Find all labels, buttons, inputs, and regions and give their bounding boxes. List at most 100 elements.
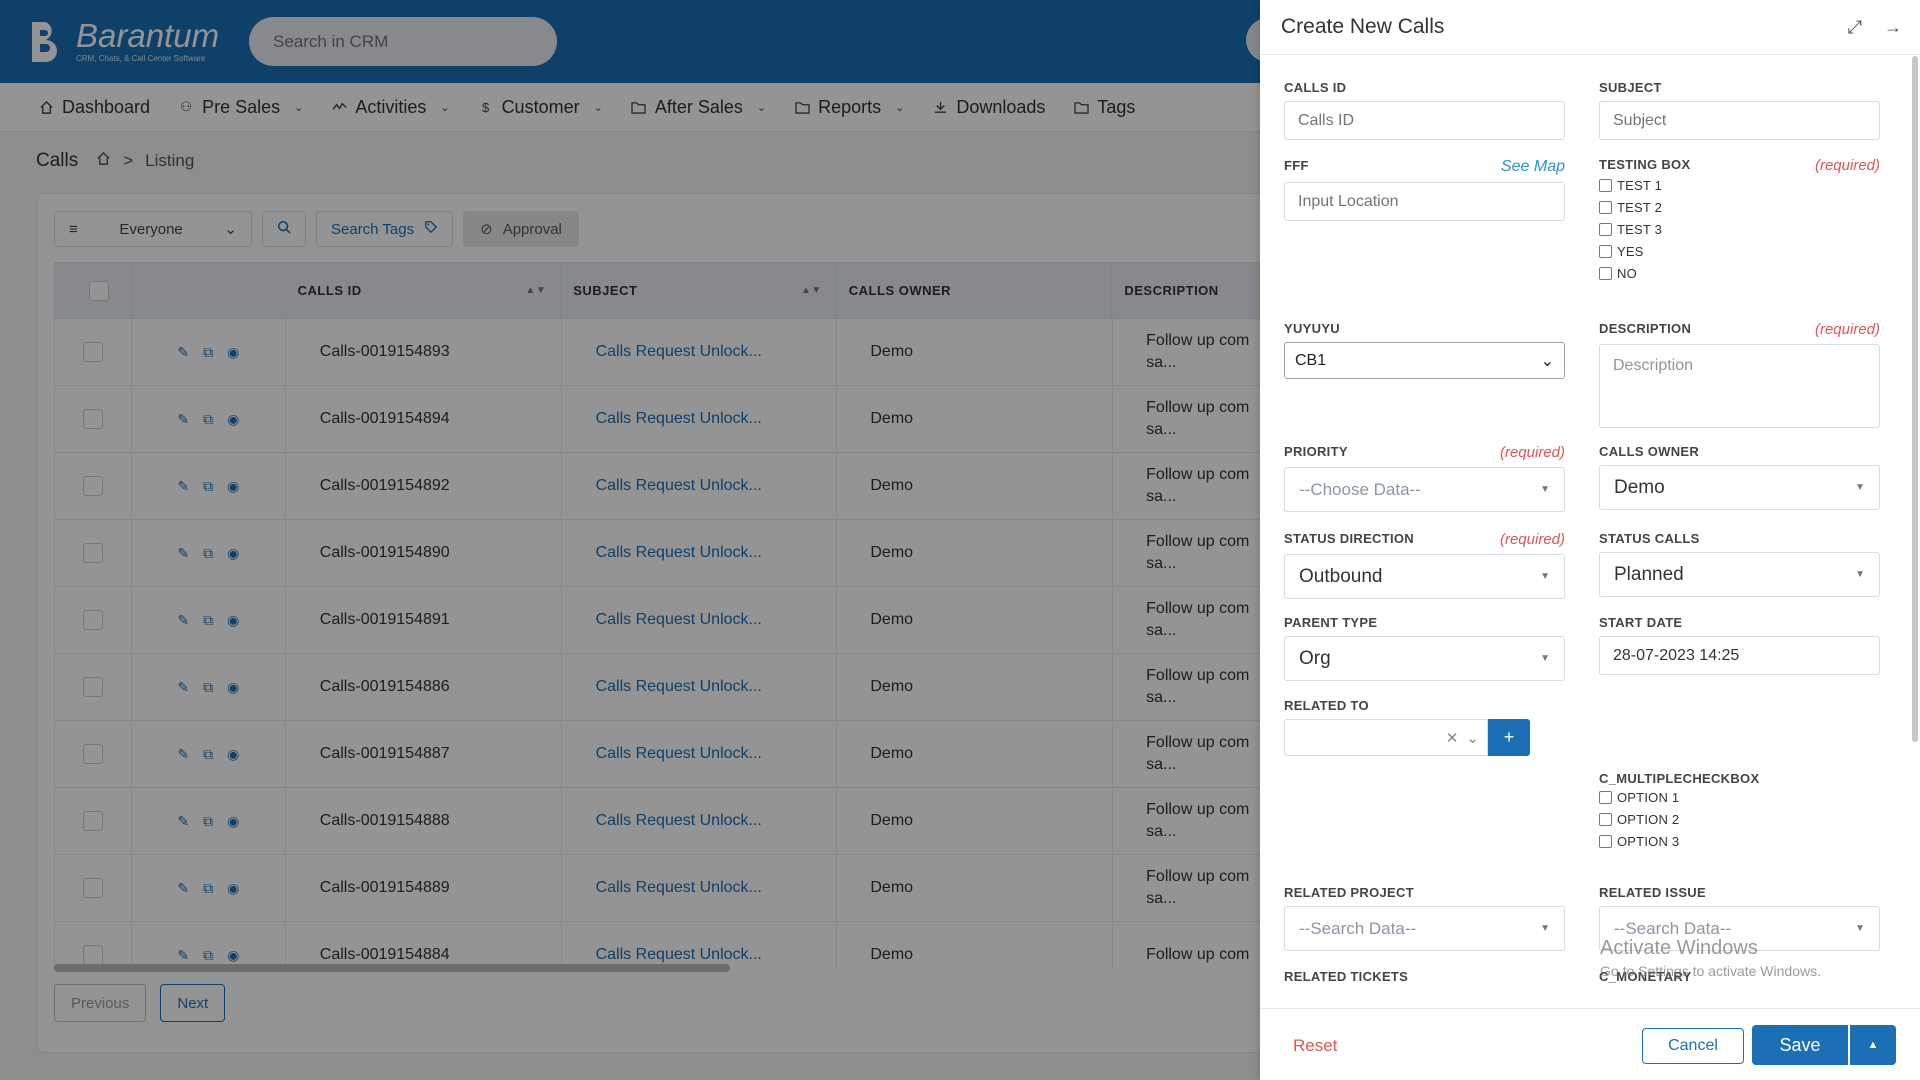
- related-tickets-label: RELATED TICKETS: [1284, 969, 1409, 984]
- checkbox[interactable]: [1599, 245, 1612, 258]
- yuyuyu-select[interactable]: CB1 ⌄: [1284, 342, 1565, 379]
- yuyuyu-field: YUYUYU CB1 ⌄: [1284, 321, 1565, 379]
- related-tickets-field: RELATED TICKETS: [1284, 969, 1565, 984]
- caret-down-icon: ▼: [1540, 571, 1550, 582]
- reset-button[interactable]: Reset: [1293, 1036, 1337, 1056]
- parent-type-label: PARENT TYPE: [1284, 615, 1378, 630]
- calls-id-label: CALLS ID: [1284, 80, 1347, 95]
- checkbox[interactable]: [1599, 791, 1612, 804]
- checkbox[interactable]: [1599, 179, 1612, 192]
- checkbox-label: TEST 1: [1617, 178, 1663, 193]
- priority-select[interactable]: --Choose Data-- ▼: [1284, 467, 1565, 512]
- chevron-up-icon[interactable]: ▲: [1850, 1025, 1896, 1065]
- status-calls-select[interactable]: Planned ▼: [1599, 552, 1880, 597]
- subject-label: SUBJECT: [1599, 80, 1662, 95]
- watermark-subtitle: Go to Settings to activate Windows.: [1600, 963, 1821, 979]
- calls-owner-field: CALLS OWNER Demo ▼: [1599, 444, 1880, 510]
- checkbox-label: OPTION 3: [1617, 834, 1680, 849]
- save-button[interactable]: Save: [1752, 1025, 1848, 1065]
- checkbox[interactable]: [1599, 835, 1612, 848]
- required-indicator: (required): [1814, 321, 1880, 338]
- panel-footer: Reset Cancel Save ▲: [1260, 1008, 1920, 1080]
- activate-windows-watermark: Activate Windows Go to Settings to activ…: [1600, 937, 1821, 979]
- related-issue-placeholder: --Search Data--: [1614, 918, 1732, 938]
- modal-backdrop[interactable]: [0, 0, 1260, 1080]
- checkbox[interactable]: [1599, 201, 1612, 214]
- description-field: DESCRIPTION (required) Description: [1599, 321, 1880, 428]
- status-direction-value: Outbound: [1299, 565, 1383, 587]
- checkbox-option[interactable]: OPTION 3: [1599, 834, 1880, 849]
- panel-vertical-scrollbar[interactable]: [1912, 56, 1918, 742]
- calls-owner-label: CALLS OWNER: [1599, 444, 1700, 459]
- parent-type-value: Org: [1299, 647, 1331, 669]
- related-project-select[interactable]: --Search Data-- ▼: [1284, 906, 1565, 951]
- status-direction-label: STATUS DIRECTION: [1284, 531, 1414, 546]
- yuyuyu-label: YUYUYU: [1284, 321, 1340, 336]
- panel-title: Create New Calls: [1281, 15, 1445, 38]
- checkbox-option[interactable]: OPTION 1: [1599, 790, 1880, 805]
- see-map-link[interactable]: See Map: [1501, 158, 1565, 176]
- required-indicator: (required): [1499, 531, 1565, 548]
- start-date-input[interactable]: 28-07-2023 14:25: [1599, 636, 1880, 675]
- related-project-placeholder: --Search Data--: [1299, 918, 1417, 938]
- checkbox-option[interactable]: TEST 1: [1599, 178, 1880, 193]
- testing-box-options: TEST 1 TEST 2 TEST 3 YES NO: [1599, 178, 1880, 281]
- priority-placeholder: --Choose Data--: [1299, 479, 1421, 499]
- multiplecheckbox-options: OPTION 1 OPTION 2 OPTION 3: [1599, 790, 1880, 849]
- start-date-label: START DATE: [1599, 615, 1683, 630]
- related-to-select[interactable]: ✕ ⌄: [1284, 719, 1488, 756]
- add-related-button[interactable]: +: [1488, 719, 1530, 756]
- create-call-panel: Create New Calls ⤢ → CALLS ID SUBJECT FF…: [1260, 0, 1920, 1080]
- checkbox-label: YES: [1617, 244, 1644, 259]
- related-to-label: RELATED TO: [1284, 698, 1369, 713]
- description-label: DESCRIPTION: [1599, 321, 1692, 336]
- required-indicator: (required): [1499, 444, 1565, 461]
- yuyuyu-value: CB1: [1295, 351, 1327, 369]
- start-date-field: START DATE 28-07-2023 14:25: [1599, 615, 1880, 675]
- description-textarea[interactable]: Description: [1599, 344, 1880, 428]
- related-issue-label: RELATED ISSUE: [1599, 885, 1706, 900]
- checkbox-label: NO: [1617, 266, 1637, 281]
- location-input[interactable]: [1284, 182, 1565, 221]
- status-direction-field: STATUS DIRECTION (required) Outbound ▼: [1284, 531, 1565, 599]
- checkbox-option[interactable]: NO: [1599, 266, 1880, 281]
- caret-down-icon: ▼: [1855, 569, 1865, 580]
- chevron-down-icon: ⌄: [1540, 352, 1554, 370]
- status-calls-label: STATUS CALLS: [1599, 531, 1700, 546]
- calls-id-input[interactable]: [1284, 101, 1565, 140]
- caret-down-icon: ▼: [1855, 482, 1865, 493]
- parent-type-field: PARENT TYPE Org ▼: [1284, 615, 1565, 681]
- priority-field: PRIORITY (required) --Choose Data-- ▼: [1284, 444, 1565, 512]
- related-project-field: RELATED PROJECT --Search Data-- ▼: [1284, 885, 1565, 951]
- clear-icon[interactable]: ✕: [1446, 729, 1459, 747]
- caret-down-icon: ▼: [1855, 923, 1865, 934]
- cancel-button[interactable]: Cancel: [1642, 1028, 1744, 1064]
- caret-down-icon: ▼: [1540, 923, 1550, 934]
- panel-header: Create New Calls ⤢ →: [1260, 0, 1920, 55]
- checkbox-label: TEST 3: [1617, 222, 1663, 237]
- testing-box-label: TESTING BOX: [1599, 157, 1691, 172]
- subject-input[interactable]: [1599, 101, 1880, 140]
- checkbox[interactable]: [1599, 813, 1612, 826]
- chevron-down-icon[interactable]: ⌄: [1466, 729, 1479, 747]
- checkbox[interactable]: [1599, 267, 1612, 280]
- checkbox-option[interactable]: OPTION 2: [1599, 812, 1880, 827]
- caret-down-icon: ▼: [1540, 653, 1550, 664]
- calls-id-field: CALLS ID: [1284, 80, 1565, 140]
- related-to-field: RELATED TO ✕ ⌄ +: [1284, 698, 1565, 756]
- checkbox-label: OPTION 1: [1617, 790, 1680, 805]
- parent-type-select[interactable]: Org ▼: [1284, 636, 1565, 681]
- required-indicator: (required): [1814, 157, 1880, 174]
- calls-owner-value: Demo: [1614, 476, 1665, 498]
- checkbox[interactable]: [1599, 223, 1612, 236]
- testing-box-field: TESTING BOX (required) TEST 1 TEST 2 TEST 3…: [1599, 157, 1880, 281]
- status-direction-select[interactable]: Outbound ▼: [1284, 554, 1565, 599]
- checkbox-option[interactable]: TEST 3: [1599, 222, 1880, 237]
- checkbox-option[interactable]: YES: [1599, 244, 1880, 259]
- calls-owner-select[interactable]: Demo ▼: [1599, 465, 1880, 510]
- checkbox-option[interactable]: TEST 2: [1599, 200, 1880, 215]
- fff-label: FFF: [1284, 158, 1309, 173]
- subject-field: SUBJECT: [1599, 80, 1880, 140]
- close-arrow-icon[interactable]: →: [1884, 17, 1902, 38]
- expand-icon[interactable]: ⤢: [1848, 17, 1862, 38]
